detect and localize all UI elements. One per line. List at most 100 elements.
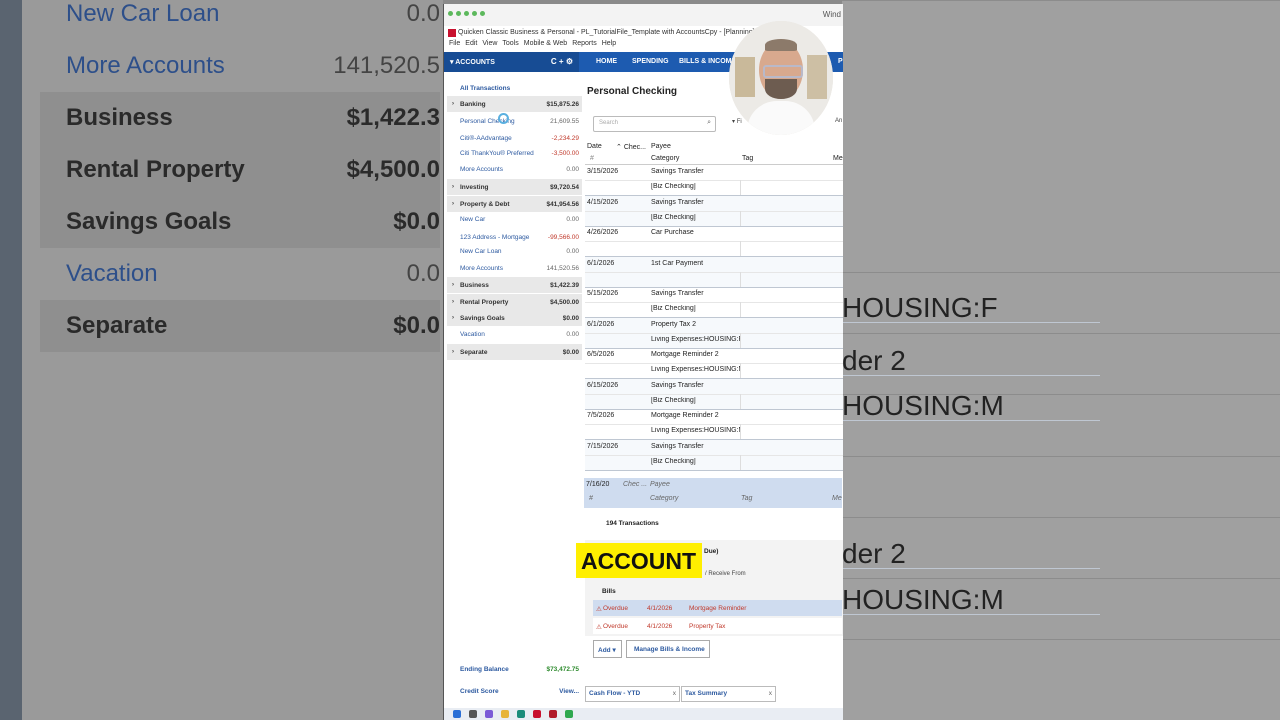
tab-cash-flow[interactable]: Cash Flow - YTD x: [585, 686, 680, 702]
entry-check[interactable]: Chec ...: [623, 481, 647, 488]
entry-tag[interactable]: Tag: [741, 495, 752, 502]
sidebar-group[interactable]: › Separate $0.00: [447, 344, 582, 360]
add-button[interactable]: Add ▾: [593, 640, 622, 658]
bg-text: HOUSING:F: [842, 292, 1100, 323]
table-row[interactable]: 6/5/2026 Mortgage Reminder 2 Living Expens…: [585, 348, 843, 379]
bg-row: More Accounts 141,520.5: [66, 52, 440, 79]
bills-header-tail: Due): [704, 548, 719, 555]
sidebar-group[interactable]: › Rental Property $4,500.00: [447, 294, 582, 310]
sidebar-account[interactable]: New Car Loan 0.00: [447, 243, 582, 259]
cursor-highlight-icon: [498, 113, 509, 124]
table-row[interactable]: 7/5/2026 Mortgage Reminder 2 Living Expens…: [585, 409, 843, 440]
table-row[interactable]: 7/15/2026 Savings Transfer [Biz Checking]: [585, 439, 843, 471]
bg-row: Rental Property $4,500.0: [40, 144, 440, 196]
tab-planning[interactable]: P: [838, 58, 843, 65]
menu-tools[interactable]: Tools: [502, 40, 518, 47]
table-row[interactable]: 3/15/2026 Savings Transfer [Biz Checking]: [585, 165, 843, 196]
sidebar-account[interactable]: More Accounts 141,520.56: [447, 260, 582, 276]
sidebar-account[interactable]: Citi®-AAdvantage -2,234.29: [447, 130, 582, 146]
sidebar-account[interactable]: Citi ThankYou® Preferred -3,500.00: [447, 145, 582, 161]
app-icon[interactable]: [549, 710, 557, 718]
col-num: #: [590, 155, 594, 162]
edge-icon[interactable]: [517, 710, 525, 718]
account-title: Personal Checking: [587, 86, 678, 97]
search-input[interactable]: Search ⌕: [593, 116, 716, 132]
table-row[interactable]: 4/26/2026 Car Purchase: [585, 226, 843, 257]
windows-start-icon[interactable]: [453, 710, 461, 718]
table-row[interactable]: 5/15/2026 Savings Transfer [Biz Checking]: [585, 287, 843, 318]
search-icon[interactable]: [469, 710, 477, 718]
col-payee[interactable]: Payee: [651, 143, 671, 150]
accounts-tools-icon[interactable]: C + ⚙: [551, 57, 573, 66]
menu-help[interactable]: Help: [602, 40, 616, 47]
chevron-icon[interactable]: ›: [452, 282, 454, 288]
register-header: Date ⌃ Chec... Payee # Category Tag Me: [585, 140, 843, 165]
tab-tax-summary[interactable]: Tax Summary x: [681, 686, 776, 702]
sidebar-group[interactable]: › Business $1,422.39: [447, 277, 582, 293]
bill-row[interactable]: ⚠ Overdue 4/1/2026 Property Tax: [593, 618, 842, 634]
accounts-header[interactable]: ▾ ACCOUNTS C + ⚙: [444, 52, 579, 72]
tab-home[interactable]: HOME: [596, 58, 617, 65]
table-row[interactable]: 6/1/2026 1st Car Payment: [585, 256, 843, 288]
close-icon[interactable]: x: [673, 690, 676, 697]
bg-row: New Car Loan 0.0: [66, 0, 440, 27]
table-row[interactable]: 6/1/2026 Property Tax 2 Living Expenses:HO…: [585, 317, 843, 349]
background-left-zoom: New Car Loan 0.0 More Accounts 141,520.5 Bus…: [0, 0, 443, 720]
chevron-icon[interactable]: ›: [452, 201, 454, 207]
entry-payee[interactable]: Payee: [650, 481, 670, 488]
sidebar-account[interactable]: More Accounts 0.00: [447, 161, 582, 177]
table-row[interactable]: 4/15/2026 Savings Transfer [Biz Checking]: [585, 195, 843, 227]
bills-label: Bills: [602, 588, 616, 595]
chevron-icon[interactable]: ›: [452, 101, 454, 107]
folder-icon[interactable]: [501, 710, 509, 718]
bg-text: HOUSING:M: [842, 584, 1100, 615]
sidebar-account[interactable]: Vacation 0.00: [447, 326, 582, 342]
bill-row[interactable]: ⚠ Overdue 4/1/2026 Mortgage Reminder: [593, 600, 842, 616]
col-tag[interactable]: Tag: [742, 155, 753, 162]
credit-score[interactable]: Credit Score View...: [447, 682, 582, 702]
chevron-icon[interactable]: ›: [452, 315, 454, 321]
menu-edit[interactable]: Edit: [465, 40, 477, 47]
menu-mobile-web[interactable]: Mobile & Web: [524, 40, 567, 47]
bg-text: der 2: [842, 538, 1100, 569]
table-row[interactable]: 6/15/2026 Savings Transfer [Biz Checking]: [585, 378, 843, 410]
close-icon[interactable]: x: [769, 690, 772, 697]
sidebar-group[interactable]: › Investing $9,720.54: [447, 179, 582, 195]
sidebar-group[interactable]: › Property & Debt $41,954.56: [447, 196, 582, 212]
chevron-icon[interactable]: ›: [452, 349, 454, 355]
caption-overlay: ACCOUNT: [576, 543, 702, 578]
sidebar-account[interactable]: Personal Checking 21,609.55: [447, 113, 582, 129]
col-memo[interactable]: Me: [833, 155, 843, 162]
windows-taskbar: [444, 708, 843, 720]
app-icon[interactable]: [565, 710, 573, 718]
entry-category[interactable]: Category: [650, 495, 678, 502]
tab-bills-income[interactable]: BILLS & INCOME: [679, 58, 736, 65]
app-icon[interactable]: [485, 710, 493, 718]
manage-bills-button[interactable]: Manage Bills & Income: [626, 640, 710, 658]
quicken-icon[interactable]: [533, 710, 541, 718]
overdue-icon: ⚠: [596, 624, 602, 631]
transaction-register: Date ⌃ Chec... Payee # Category Tag Me 3…: [585, 140, 843, 471]
menu-reports[interactable]: Reports: [572, 40, 597, 47]
filter2-dropdown[interactable]: An: [835, 118, 842, 124]
chevron-icon[interactable]: ›: [452, 184, 454, 190]
new-transaction-row[interactable]: 7/16/20 Chec ... Payee # Category Tag Me: [584, 478, 842, 508]
menu-file[interactable]: File: [449, 40, 460, 47]
sidebar-account[interactable]: New Car 0.00: [447, 211, 582, 227]
sidebar-group[interactable]: › Savings Goals $0.00: [447, 310, 582, 326]
menu-view[interactable]: View: [482, 40, 497, 47]
col-check[interactable]: ⌃ Chec...: [616, 143, 646, 151]
transaction-count: 194 Transactions: [606, 520, 659, 527]
search-icon: ⌕: [707, 119, 711, 126]
tab-spending[interactable]: SPENDING: [632, 58, 669, 65]
chevron-icon[interactable]: ›: [452, 299, 454, 305]
col-date[interactable]: Date: [587, 143, 602, 150]
col-category[interactable]: Category: [651, 155, 679, 162]
window-dots[interactable]: [448, 11, 485, 16]
entry-memo[interactable]: Me: [832, 495, 842, 502]
bg-text: der 2: [842, 345, 1100, 376]
sidebar-group[interactable]: › Banking $15,875.26: [447, 96, 582, 112]
accounts-sidebar: All Transactions › Banking $15,875.26 Perso…: [447, 80, 582, 714]
entry-date[interactable]: 7/16/20: [586, 481, 609, 488]
all-transactions[interactable]: All Transactions: [447, 80, 582, 96]
